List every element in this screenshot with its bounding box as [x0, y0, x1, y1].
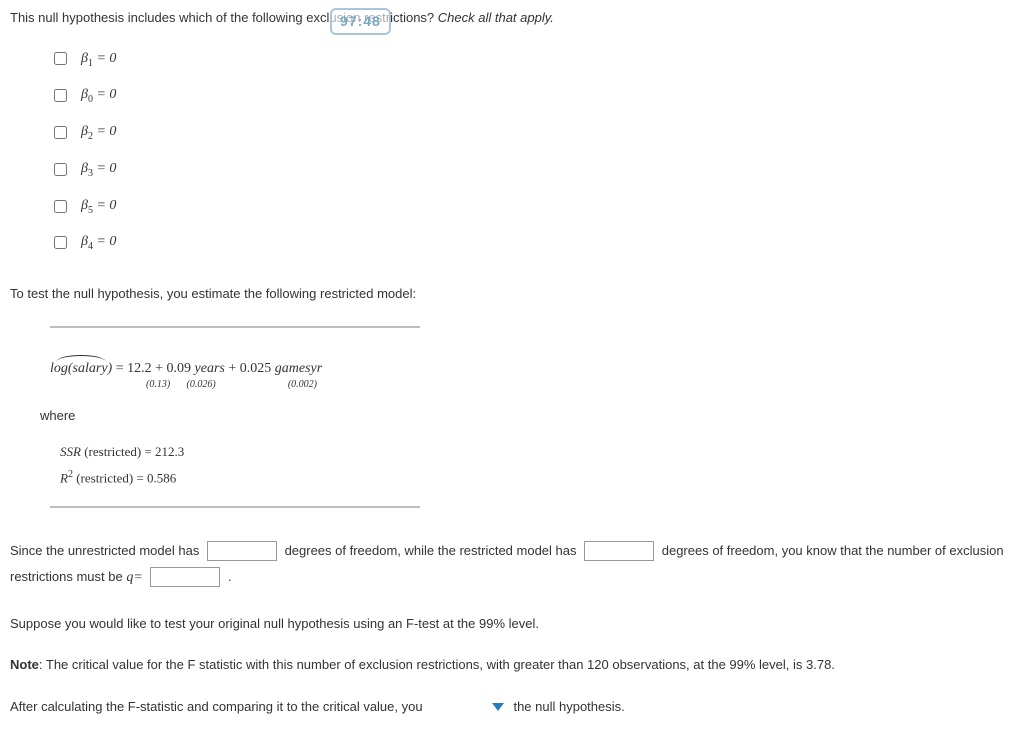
prompt-instruction: Check all that apply. — [438, 10, 554, 25]
dof-paragraph: Since the unrestricted model has degrees… — [10, 538, 1005, 592]
ftest-paragraph: Suppose you would like to test your orig… — [10, 614, 1005, 634]
option-beta1: β1 = 0 — [50, 48, 1005, 71]
option-beta0: β0 = 0 — [50, 84, 1005, 107]
dropdown-decision[interactable] — [426, 699, 486, 715]
var2: gamesyr — [275, 361, 322, 376]
option-label: β1 = 0 — [81, 48, 116, 71]
input-q[interactable] — [150, 567, 220, 587]
input-restricted-dof[interactable] — [584, 541, 654, 561]
q-label: q= — [126, 570, 142, 585]
note-label: Note — [10, 657, 39, 672]
regression-equation: log(salary) = 12.2 + 0.09 years + 0.025 … — [50, 358, 322, 379]
checkbox-beta4[interactable] — [54, 236, 67, 249]
checkbox-beta2[interactable] — [54, 126, 67, 139]
standard-errors: (0.13) (0.026) (0.002) — [50, 377, 317, 392]
question-prompt: This null hypothesis includes which of t… — [10, 8, 1005, 28]
divider-top — [50, 326, 420, 328]
ssr-block: SSR (restricted) = 212.3 R2 (restricted)… — [60, 439, 1005, 491]
option-label: β3 = 0 — [81, 158, 116, 181]
checkbox-beta1[interactable] — [54, 52, 67, 65]
note-paragraph: Note: The critical value for the F stati… — [10, 655, 1005, 675]
chevron-down-icon[interactable] — [492, 703, 504, 711]
timer-badge: 97:48 — [330, 8, 391, 35]
checkbox-beta0[interactable] — [54, 89, 67, 102]
option-label: β2 = 0 — [81, 121, 116, 144]
option-beta3: β3 = 0 — [50, 158, 1005, 181]
checkbox-beta3[interactable] — [54, 163, 67, 176]
checkbox-beta5[interactable] — [54, 200, 67, 213]
coef0: 12.2 — [127, 361, 152, 376]
equation-block: log(salary) = 12.2 + 0.09 years + 0.025 … — [50, 358, 1005, 392]
option-beta4: β4 = 0 — [50, 231, 1005, 254]
restricted-intro: To test the null hypothesis, you estimat… — [10, 284, 1005, 304]
coef2: 0.025 — [240, 361, 272, 376]
divider-bottom — [50, 506, 420, 508]
coef1: 0.09 — [167, 361, 192, 376]
r2-line: R2 (restricted) = 0.586 — [60, 465, 1005, 491]
var1: years — [195, 361, 225, 376]
option-label: β4 = 0 — [81, 231, 116, 254]
where-label: where — [40, 406, 1005, 426]
option-label: β5 = 0 — [81, 195, 116, 218]
checkbox-group: β1 = 0 β0 = 0 β2 = 0 β3 = 0 β5 = 0 β4 = … — [50, 48, 1005, 255]
lhs: log(salary) — [50, 358, 112, 379]
conclusion-paragraph: After calculating the F-statistic and co… — [10, 697, 1005, 717]
option-label: β0 = 0 — [81, 84, 116, 107]
ssr-line: SSR (restricted) = 212.3 — [60, 439, 1005, 465]
option-beta2: β2 = 0 — [50, 121, 1005, 144]
input-unrestricted-dof[interactable] — [207, 541, 277, 561]
option-beta5: β5 = 0 — [50, 195, 1005, 218]
